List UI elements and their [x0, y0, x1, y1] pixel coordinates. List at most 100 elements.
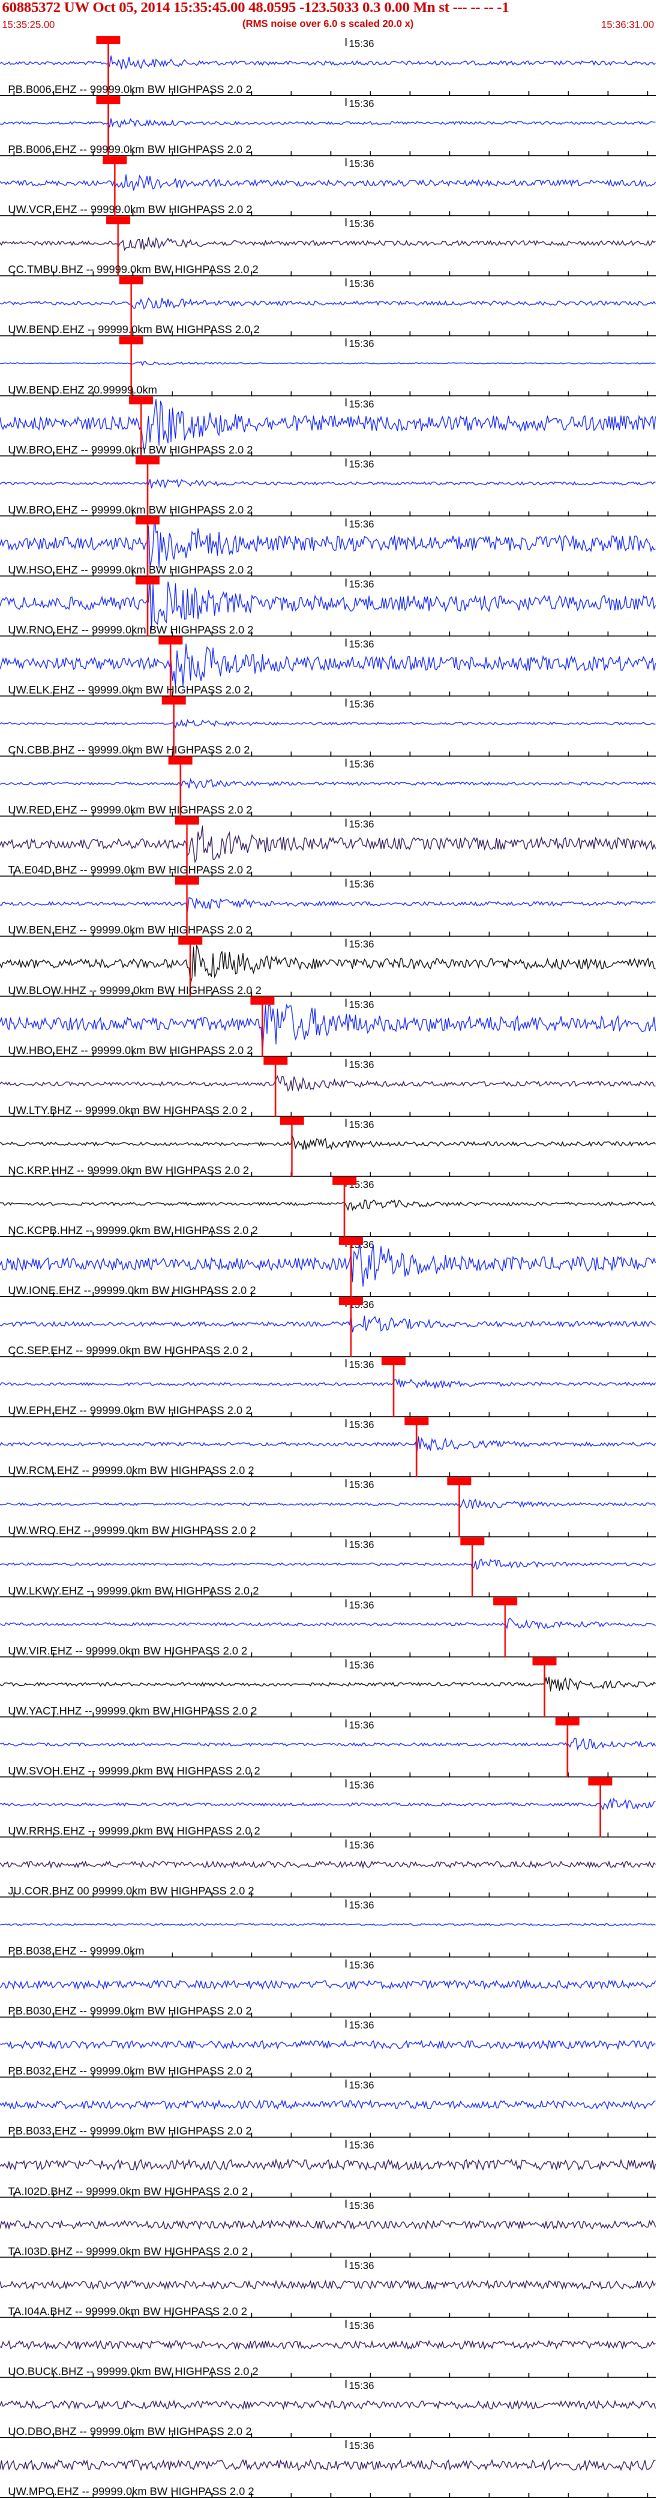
waveform — [0, 2158, 656, 2171]
trace-36: 15:36 TA.I03D.BHZ -- 99999.0km BW HIGHPAS… — [0, 2199, 656, 2258]
minute-label: 15:36 — [349, 1060, 374, 1071]
trace-label: UW.BRO.EHZ -- 99999.0km BW HIGHPASS 2.0 … — [8, 444, 253, 456]
waveform — [0, 1242, 656, 1287]
minute-label: 15:36 — [349, 1000, 374, 1011]
minute-label: 15:36 — [349, 2321, 374, 2332]
waveform — [0, 2039, 656, 2051]
trace-15: 15:36 UW.BLOW.HHZ -- 99999.0km BW HIGHPAS… — [0, 936, 656, 997]
waveform — [0, 399, 656, 451]
trace-32: 15:36 PB.B030.EHZ -- 99999.0km BW HIGHPAS… — [0, 1959, 656, 2018]
seismogram-plot: 15:36 PB.B006.EHZ -- 99999.0km BW HIGHPAS… — [0, 36, 656, 2498]
trace-25: 15:36 UW.LKWY.EHZ -- 99999.0km BW HIGHPAS… — [0, 1537, 656, 1598]
minute-label: 15:36 — [349, 2021, 374, 2032]
trace-label: UW.BEND.EHZ 20.99999.0km — [8, 384, 157, 396]
minute-label: 15:36 — [349, 820, 374, 831]
trace-28: 15:36 UW.SVOH.EHZ -- 99999.0km BW HIGHPAS… — [0, 1717, 656, 1778]
pick-marker — [174, 876, 199, 885]
waveform — [0, 2458, 656, 2472]
trace-0: 15:36 PB.B006.EHZ -- 99999.0km BW HIGHPAS… — [0, 36, 656, 96]
waveform — [0, 2399, 656, 2411]
minute-label: 15:36 — [349, 2141, 374, 2152]
trace-label: PB.B032.EHZ -- 99999.0km BW HIGHPASS 2.0… — [8, 2066, 252, 2078]
trace-label: CC.TMBU.BHZ -- 99999.0km BW HIGHPASS 2.0… — [8, 264, 258, 276]
trace-label: UW.RED.EHZ -- 99999.0km BW HIGHPASS 2.0 … — [8, 805, 252, 817]
trace-27: 15:36 UW.YACT.HHZ -- 99999.0km BW HIGHPAS… — [0, 1657, 656, 1718]
pick-marker — [129, 396, 154, 405]
trace-24: 15:36 UW.WRO.EHZ -- 99999.0km BW HIGHPASS… — [0, 1477, 656, 1538]
trace-label: UW.HSO.EHZ -- 99999.0km BW HIGHPASS 2.0 … — [8, 564, 253, 576]
waveform — [0, 1860, 656, 1870]
trace-label: UW.SVOH.EHZ -- 99999.0km BW HIGHPASS 2.0… — [8, 1765, 260, 1777]
pick-marker — [460, 1537, 485, 1546]
event-title: 60885372 UW Oct 05, 2014 15:35:45.00 48.… — [2, 0, 510, 16]
trace-label: UO.BUCK.BHZ -- 99999.0km BW HIGHPASS 2.0… — [8, 2366, 258, 2378]
pick-marker — [161, 696, 186, 705]
trace-40: 15:36 UW.MPO.EHZ -- 99999.0km BW HIGHPASS… — [0, 2439, 656, 2498]
waveform — [0, 2339, 656, 2351]
minute-label: 15:36 — [349, 1720, 374, 1731]
trace-label: UW.MPO.EHZ -- 99999.0km BW HIGHPASS 2.0 … — [8, 2486, 254, 2498]
waveform — [0, 361, 656, 367]
waveform — [0, 1676, 656, 1692]
trace-31: 15:36 PB.B038.EHZ -- 99999.0km — [0, 1899, 656, 1958]
waveform — [0, 1199, 656, 1212]
trace-label: PB.B030.EHZ -- 99999.0km BW HIGHPASS 2.0… — [8, 2006, 252, 2018]
end-time: 15:36:31.00 — [601, 20, 654, 31]
minute-label: 15:36 — [349, 940, 374, 951]
waveform — [0, 118, 656, 128]
waveform — [0, 1378, 656, 1390]
pick-marker — [404, 1417, 429, 1426]
pick-marker — [555, 1717, 580, 1726]
minute-label: 15:36 — [349, 1480, 374, 1491]
pick-marker — [135, 576, 160, 585]
waveform — [0, 1922, 656, 1927]
pick-marker — [168, 756, 193, 765]
pick-marker — [532, 1657, 557, 1666]
minute-label: 15:36 — [349, 459, 374, 470]
trace-label: UW.RNO.EHZ -- 99999.0km BW HIGHPASS 2.0 … — [8, 624, 254, 636]
trace-label: NC.KCPB.HHZ -- 99999.0km BW HIGHPASS 2.0… — [8, 1225, 258, 1237]
minute-label: 15:36 — [349, 1901, 374, 1912]
trace-13: 15:36 TA.E04D.BHZ -- 99999.0km BW HIGHPAS… — [0, 816, 656, 877]
minute-label: 15:36 — [349, 2261, 374, 2272]
waveform — [0, 1558, 656, 1571]
trace-7: 15:36 UW.BRO.EHZ -- 99999.0km BW HIGHPASS… — [0, 456, 656, 517]
minute-label: 15:36 — [349, 219, 374, 230]
waveform — [0, 896, 656, 912]
minute-label: 15:36 — [349, 1420, 374, 1431]
trace-label: CC.SEP.EHZ -- 99999.0km BW HIGHPASS 2.0 … — [8, 1345, 248, 1357]
pick-marker — [135, 456, 160, 465]
trace-label: UW.BRO.EHZ -- 99999.0km BW HIGHPASS 2.0 … — [8, 504, 253, 516]
waveform — [0, 2099, 656, 2111]
pick-marker — [102, 156, 127, 165]
trace-11: 15:36 CN.CBB.BHZ -- 99999.0km BW HIGHPASS… — [0, 696, 656, 757]
trace-4: 15:36 UW.BEND.EHZ -- 99999.0km BW HIGHPAS… — [0, 276, 656, 337]
trace-label: TA.I03D.BHZ -- 99999.0km BW HIGHPASS 2.0… — [8, 2246, 248, 2258]
trace-label: UW.BEND.EHZ -- 99999.0km BW HIGHPASS 2.0… — [8, 324, 260, 336]
trace-label: UW.IONE.EHZ -- 99999.0km BW HIGHPASS 2.0… — [8, 1285, 256, 1297]
minute-label: 15:36 — [349, 579, 374, 590]
pick-marker — [447, 1477, 472, 1486]
waveform — [0, 1979, 656, 1990]
trace-22: 15:36 UW.EPH.EHZ -- 99999.0km BW HIGHPASS… — [0, 1357, 656, 1418]
minute-label: 15:36 — [349, 2441, 374, 2452]
trace-label: PB.B006.EHZ -- 99999.0km BW HIGHPASS 2.0… — [8, 144, 252, 156]
trace-39: 15:36 UO.DBO.BHZ -- 99999.0km BW HIGHPASS… — [0, 2379, 656, 2438]
waveform — [0, 55, 656, 70]
waveform — [0, 174, 656, 191]
minute-label: 15:36 — [349, 1600, 374, 1611]
trace-label: TA.E04D.BHZ -- 99999.0km BW HIGHPASS 2.0… — [8, 865, 252, 877]
pick-marker — [338, 1297, 363, 1306]
pick-marker — [174, 816, 199, 825]
trace-label: PB.B038.EHZ -- 99999.0km — [8, 1946, 144, 1958]
pick-marker — [135, 516, 160, 525]
trace-label: UW.VIR.EHZ -- 99999.0km BW HIGHPASS 2.0 … — [8, 1645, 247, 1657]
pick-marker — [332, 1176, 357, 1185]
trace-label: UW.BEN.EHZ -- 99999.0km BW HIGHPASS 2.0 … — [8, 925, 252, 937]
trace-label: UW.YACT.HHZ -- 99999.0km BW HIGHPASS 2.0… — [8, 1705, 257, 1717]
trace-5: 15:36 UW.BEND.EHZ 20.99999.0km — [0, 336, 656, 397]
minute-label: 15:36 — [349, 39, 374, 50]
trace-26: 15:36 UW.VIR.EHZ -- 99999.0km BW HIGHPASS… — [0, 1597, 656, 1658]
waveform — [0, 2279, 656, 2291]
pick-marker — [263, 1056, 288, 1065]
